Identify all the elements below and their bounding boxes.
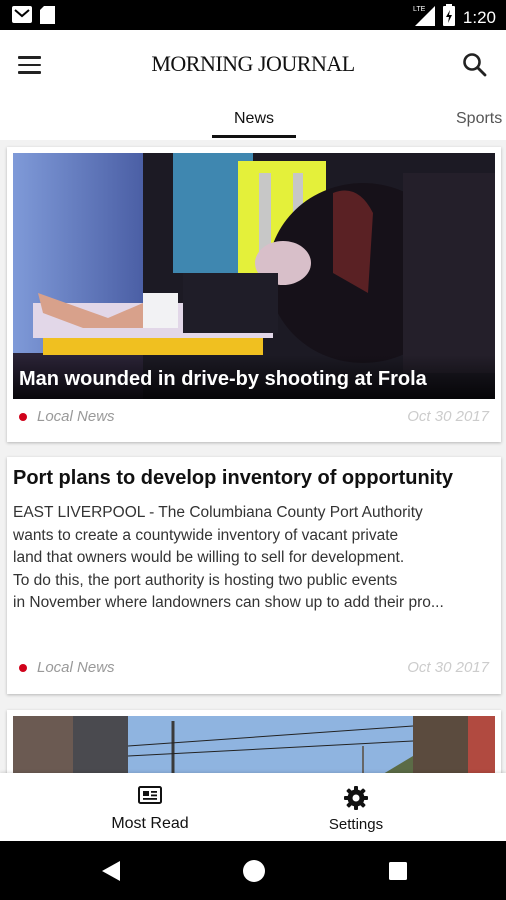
article-image (13, 716, 495, 780)
article-date: Oct 30 2017 (407, 659, 489, 676)
newspaper-icon (138, 786, 162, 804)
system-navigation-bar (0, 841, 506, 900)
mail-icon (12, 6, 32, 29)
clock: 1:20 (462, 7, 496, 27)
tab-news[interactable]: News (212, 110, 296, 128)
article-date: Oct 30 2017 (407, 408, 489, 425)
back-button[interactable] (98, 858, 124, 884)
article-image: Man wounded in drive-by shooting at Frol… (13, 153, 495, 399)
article-meta: Local News Oct 30 2017 (19, 659, 489, 679)
active-tab-indicator (212, 135, 296, 138)
article-card[interactable]: Port plans to develop inventory of oppor… (7, 457, 501, 694)
article-card[interactable] (7, 710, 501, 780)
search-icon (463, 53, 487, 77)
back-icon (102, 861, 120, 881)
article-headline: Port plans to develop inventory of oppor… (13, 467, 454, 489)
article-meta: Local News Oct 30 2017 (19, 408, 489, 428)
status-bar: LTE 1:20 (0, 0, 506, 30)
home-button[interactable] (241, 858, 267, 884)
most-read-button[interactable]: Most Read (95, 773, 205, 841)
bottom-navigation: Most Read Settings (0, 773, 506, 841)
signal-icon: LTE (413, 4, 435, 31)
category-dot-icon (19, 413, 27, 421)
recents-button[interactable] (385, 858, 411, 884)
category-dot-icon (19, 664, 27, 672)
recents-icon (389, 862, 407, 880)
article-category: Local News (37, 408, 115, 425)
tab-sports[interactable]: Sports (456, 110, 502, 128)
article-excerpt: EAST LIVERPOOL - The Columbiana County P… (13, 504, 444, 611)
search-button[interactable] (460, 50, 490, 80)
article-headline: Man wounded in drive-by shooting at Frol… (19, 368, 427, 390)
battery-icon (442, 4, 455, 31)
settings-label: Settings (328, 816, 384, 833)
home-icon (243, 860, 265, 882)
gear-icon (344, 786, 368, 810)
article-card[interactable]: Man wounded in drive-by shooting at Frol… (7, 147, 501, 442)
section-tabs: News Sports (0, 100, 506, 140)
sd-card-icon (40, 6, 55, 29)
settings-button[interactable]: Settings (306, 773, 406, 841)
app-logo: Morning Journal (151, 51, 355, 76)
app-bar: Morning Journal (0, 30, 506, 100)
svg-text:LTE: LTE (413, 6, 426, 13)
most-read-label: Most Read (111, 815, 189, 832)
article-category: Local News (37, 659, 115, 676)
